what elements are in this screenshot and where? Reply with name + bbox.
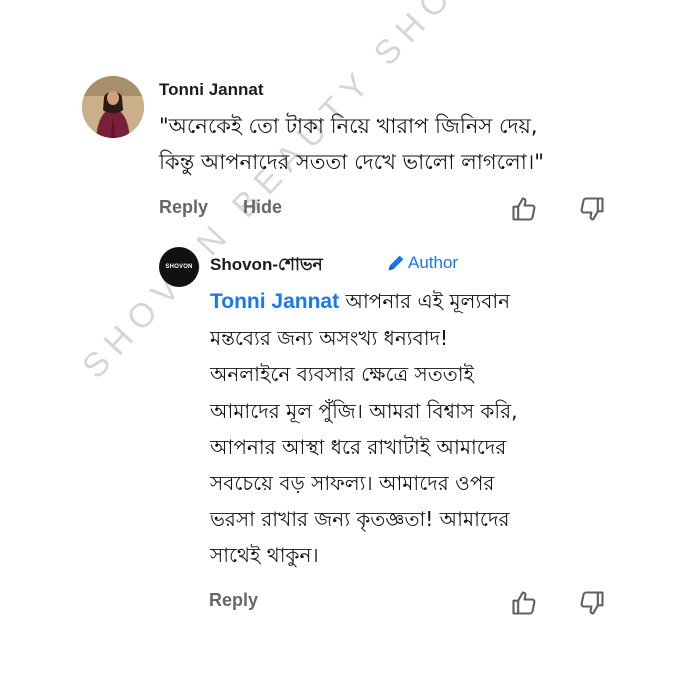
like-button[interactable] (510, 195, 538, 223)
reply-author[interactable]: Shovon-শোভন (210, 252, 323, 280)
hide-button[interactable]: Hide (243, 197, 282, 218)
dislike-button[interactable] (578, 195, 606, 223)
reply-author-avatar[interactable]: SHOVON (159, 247, 199, 287)
reply-text-line: মন্তব্যের জন্য অসংখ্য ধন্যবাদ! (210, 326, 449, 351)
author-badge: Author (385, 252, 458, 274)
reply-text-line: অনলাইনে ব্যবসার ক্ষেত্রে সততাই (210, 362, 474, 387)
comment-text: "অনেকেই তো টাকা নিয়ে খারাপ জিনিস দেয়, … (159, 108, 544, 180)
reply-reply-button[interactable]: Reply (209, 590, 258, 611)
reply-text-line: আপনার আস্থা ধরে রাখাটাই আমাদের (210, 434, 507, 459)
reply-text-line: সাথেই থাকুন। (210, 543, 319, 568)
reply-like-button[interactable] (510, 589, 538, 617)
thumbs-up-icon (512, 197, 536, 221)
commenter-avatar[interactable] (82, 76, 144, 138)
person-photo-icon (82, 76, 144, 138)
reply-text: Tonni Jannat আপনার এই মূল্যবান মন্তব্যের… (210, 283, 518, 574)
reply-button[interactable]: Reply (159, 197, 208, 218)
author-badge-label: Author (408, 253, 459, 272)
thumbs-up-icon (512, 591, 536, 615)
pencil-icon (388, 255, 404, 271)
thumbs-down-icon (580, 197, 604, 221)
reply-text-fragment: আপনার এই মূল্যবান (339, 289, 511, 313)
comment-text-line: "অনেকেই তো টাকা নিয়ে খারাপ জিনিস দেয়, (159, 114, 538, 138)
thumbs-down-icon (580, 591, 604, 615)
reply-text-line: Tonni Jannat আপনার এই মূল্যবান (210, 283, 518, 320)
reply-dislike-button[interactable] (578, 589, 606, 617)
reply-text-line: সবচেয়ে বড় সাফল্য। আমাদের ওপর (210, 471, 495, 496)
comment-author[interactable]: Tonni Jannat (159, 80, 264, 100)
comment-text-line: কিন্তু আপনাদের সততা দেখে ভালো লাগলো।" (159, 150, 544, 174)
reply-text-line: আমাদের মূল পুঁজি। আমরা বিশ্বাস করি, (210, 398, 518, 423)
reply-text-line: ভরসা রাখার জন্য কৃতজ্ঞতা! আমাদের (210, 507, 510, 532)
mention-link[interactable]: Tonni Jannat (210, 290, 339, 313)
